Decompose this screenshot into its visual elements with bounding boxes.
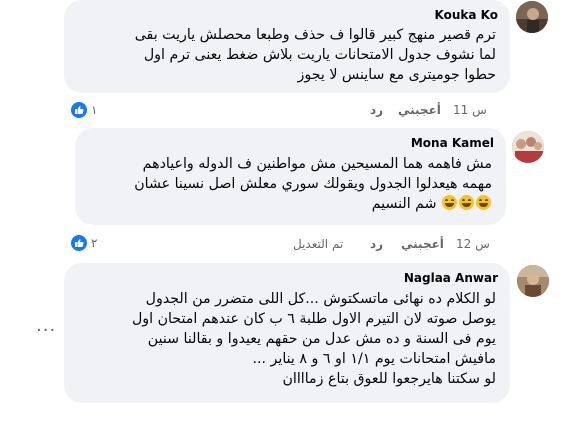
comment-author[interactable]: Naglaa Anwar: [404, 271, 498, 285]
reply-link[interactable]: رد: [370, 237, 383, 251]
comment-author[interactable]: Kouka Ko: [435, 8, 498, 22]
avatar[interactable]: [512, 131, 544, 163]
laughing-emoji-icon: [459, 195, 474, 210]
comment-timestamp[interactable]: 11 س: [453, 103, 487, 117]
comment-line: يوم فى السنة و ده مش عدل من حقهم يعيدوا …: [147, 331, 496, 347]
comment-bubble: Kouka Ko ترم قصير منهج كبير قالوا ف حذف …: [64, 0, 510, 93]
comment-author[interactable]: Mona Kamel: [411, 136, 494, 150]
like-link[interactable]: أعجبني: [401, 237, 444, 251]
avatar-image-icon: [512, 131, 544, 163]
avatar[interactable]: [517, 265, 549, 297]
like-link[interactable]: أعجبني: [398, 103, 441, 117]
comment-text: مش فاهمه هما المسيحين مش مواطنين ف الدول…: [85, 154, 492, 214]
comment-line: مافيش امتحانات يوم ١/١ او ٦ و ٨ يناير ..…: [252, 351, 496, 367]
comment-line: حطوا جوميترى مع ساينس لا يجوز: [297, 67, 496, 83]
edited-label: تم التعديل: [293, 237, 344, 251]
comment-line: لو سكتنا هايرجعوا للعوق بتاع زماااان: [282, 371, 496, 387]
laughing-emoji-icon: [442, 195, 457, 210]
comment-actions: 11 س أعجبني رد: [0, 102, 564, 118]
comment-text: لو الكلام ده نهائى ماتسكتوش ...كل اللى م…: [74, 289, 496, 389]
comment-actions: 12 س أعجبني رد تم التعديل: [0, 236, 564, 252]
more-options-button[interactable]: ···: [36, 320, 56, 341]
emoji-group: [441, 195, 492, 212]
comment-bubble: Mona Kamel مش فاهمه هما المسيحين مش مواط…: [75, 128, 506, 225]
comment-line: شم النسيم: [371, 196, 437, 212]
laughing-emoji-icon: [476, 195, 491, 210]
comment-timestamp[interactable]: 12 س: [456, 237, 490, 251]
avatar-image-icon: [517, 265, 549, 297]
comment-bubble: Naglaa Anwar لو الكلام ده نهائى ماتسكتوش…: [64, 263, 510, 403]
comment-line: مهمه هيعدلوا الجدول ويقولك سوري معلش اصل…: [134, 176, 492, 192]
comment-line: مش فاهمه هما المسيحين مش مواطنين ف الدول…: [142, 156, 492, 172]
comment-line: لما نشوف جدول الامتحانات ياريت بلاش ضغط …: [143, 47, 496, 63]
avatar-image-icon: [516, 1, 548, 33]
reply-link[interactable]: رد: [370, 103, 383, 117]
comment-line: ترم قصير منهج كبير قالوا ف حذف وطبعا محص…: [134, 27, 496, 43]
comment-text: ترم قصير منهج كبير قالوا ف حذف وطبعا محص…: [74, 25, 496, 85]
comment-line: لو الكلام ده نهائى ماتسكتوش ...كل اللى م…: [145, 291, 496, 307]
comment-line: يوصل صوته لان التيرم الاول طلبة ٦ ب كان …: [131, 311, 496, 327]
avatar[interactable]: [516, 1, 548, 33]
